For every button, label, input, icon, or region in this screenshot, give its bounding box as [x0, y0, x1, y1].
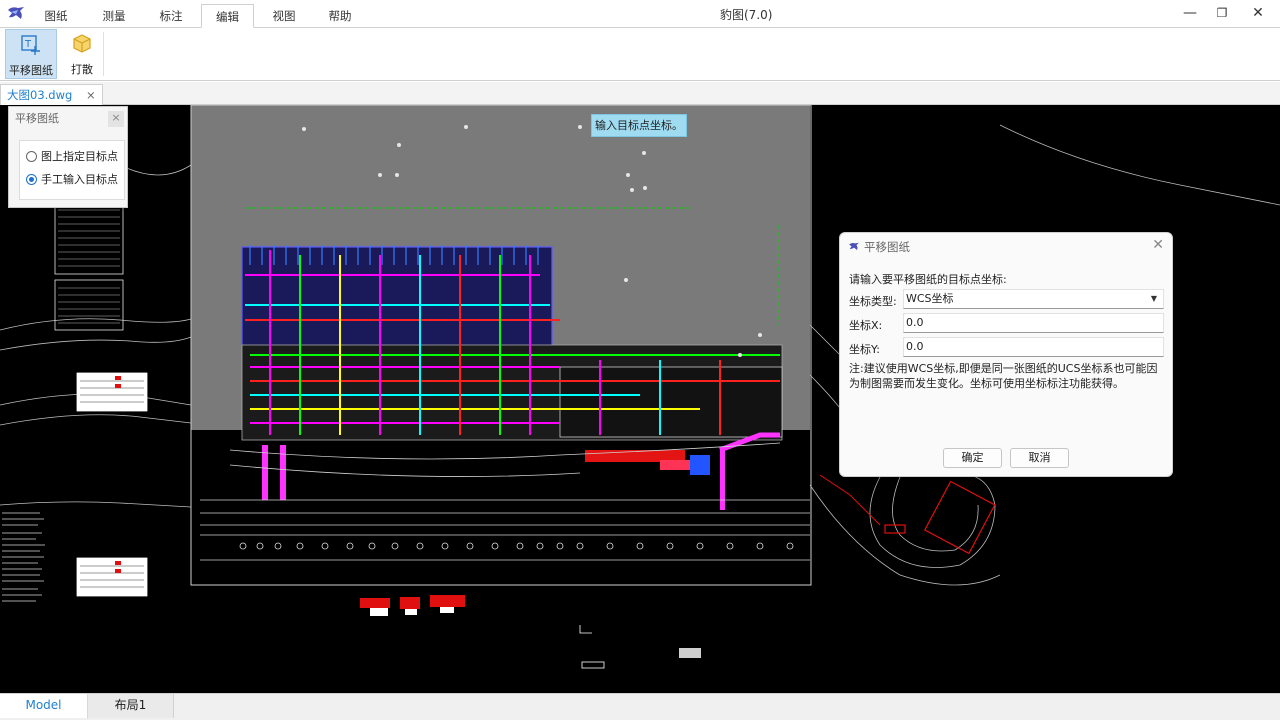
menu-tab-edit[interactable]: 编辑 — [201, 4, 254, 28]
legend-tables — [54, 201, 148, 597]
move-drawing-label: 平移图纸 — [9, 64, 53, 77]
dialog-title: 平移图纸 — [864, 240, 910, 254]
dialog-title-bar: 平移图纸 — [848, 238, 910, 256]
small-symbol — [679, 648, 701, 658]
move-panel-options: 图上指定目标点 手工输入目标点 — [19, 140, 125, 200]
ribbon: T 平移图纸 打散 — [0, 27, 1280, 81]
close-window-button[interactable]: ✕ — [1240, 0, 1276, 26]
notes-text-left — [2, 512, 45, 602]
dialog-close-icon[interactable]: ✕ — [1152, 237, 1164, 253]
coord-type-label: 坐标类型: — [849, 295, 897, 308]
option-pick-on-drawing[interactable]: 图上指定目标点 — [26, 147, 124, 170]
explode-button[interactable]: 打散 — [56, 29, 108, 79]
document-tab-label: 大图03.dwg — [7, 88, 73, 102]
document-tab-bar: 大图03.dwg × — [0, 82, 1280, 105]
document-tab-close-icon[interactable]: × — [86, 88, 96, 102]
cancel-button[interactable]: 取消 — [1010, 448, 1069, 468]
coord-y-label: 坐标Y: — [849, 343, 880, 356]
menu-tab-view[interactable]: 视图 — [262, 4, 306, 28]
coord-y-input[interactable]: 0.0 — [903, 337, 1164, 357]
explode-cube-icon — [73, 34, 91, 53]
move-drawing-button[interactable]: T 平移图纸 — [5, 29, 57, 79]
coord-type-select[interactable]: WCS坐标 ▼ — [903, 289, 1164, 309]
menu-tab-help[interactable]: 帮助 — [318, 4, 362, 28]
coord-type-value: WCS坐标 — [906, 292, 954, 305]
small-title-block — [581, 661, 605, 669]
move-panel-close-button[interactable]: × — [108, 111, 124, 127]
move-drawing-panel: 平移图纸 × 图上指定目标点 手工输入目标点 — [8, 106, 128, 208]
svg-text:T: T — [24, 39, 32, 50]
option-manual-input[interactable]: 手工输入目标点 — [26, 170, 124, 193]
tab-layout-1[interactable]: 布局1 — [88, 694, 174, 718]
red-blocks-bottom — [360, 595, 465, 609]
tab-model[interactable]: Model — [0, 694, 88, 718]
option-manual-label: 手工输入目标点 — [41, 173, 118, 186]
dropdown-arrow-icon[interactable]: ▼ — [1151, 290, 1157, 308]
target-point-tooltip: 输入目标点坐标。 — [591, 114, 687, 137]
move-drawing-dialog: 平移图纸 ✕ 请输入要平移图纸的目标点坐标: 坐标类型: WCS坐标 ▼ 坐标X… — [839, 232, 1173, 477]
north-arrow — [579, 625, 592, 634]
radio-unchecked-icon[interactable] — [26, 151, 37, 162]
option-pick-label: 图上指定目标点 — [41, 150, 118, 163]
red-equipment — [585, 450, 710, 475]
dialog-app-icon — [849, 242, 859, 250]
ok-button[interactable]: 确定 — [943, 448, 1002, 468]
app-title: 豹图(7.0) — [720, 8, 773, 22]
dialog-prompt: 请输入要平移图纸的目标点坐标: — [849, 273, 1007, 286]
white-road-lines — [200, 442, 810, 561]
ribbon-separator — [103, 32, 104, 76]
title-bar: 图纸 测量 标注 编辑 视图 帮助 豹图(7.0) — ❐ ✕ — [0, 0, 1280, 28]
explode-label: 打散 — [71, 63, 93, 76]
move-drawing-icon: T — [21, 35, 40, 55]
coord-x-label: 坐标X: — [849, 319, 883, 332]
menu-tab-annotate[interactable]: 标注 — [149, 4, 193, 28]
layout-tab-bar: Model 布局1 — [0, 693, 1280, 720]
document-tab[interactable]: 大图03.dwg × — [0, 84, 103, 105]
grid-axis-bubbles — [239, 542, 794, 550]
menu-tab-measure[interactable]: 测量 — [92, 4, 136, 28]
terrain-contours-left — [0, 164, 192, 508]
menu-tab-drawing[interactable]: 图纸 — [34, 4, 78, 28]
coord-x-input[interactable]: 0.0 — [903, 313, 1164, 333]
dialog-note: 注:建议使用WCS坐标,即便是同一张图纸的UCS坐标系也可能因为制图需要而发生变… — [849, 362, 1158, 390]
radio-checked-icon[interactable] — [26, 174, 37, 185]
minimize-button[interactable]: — — [1172, 0, 1208, 26]
app-logo-icon[interactable] — [6, 4, 26, 24]
restore-button[interactable]: ❐ — [1204, 0, 1240, 26]
